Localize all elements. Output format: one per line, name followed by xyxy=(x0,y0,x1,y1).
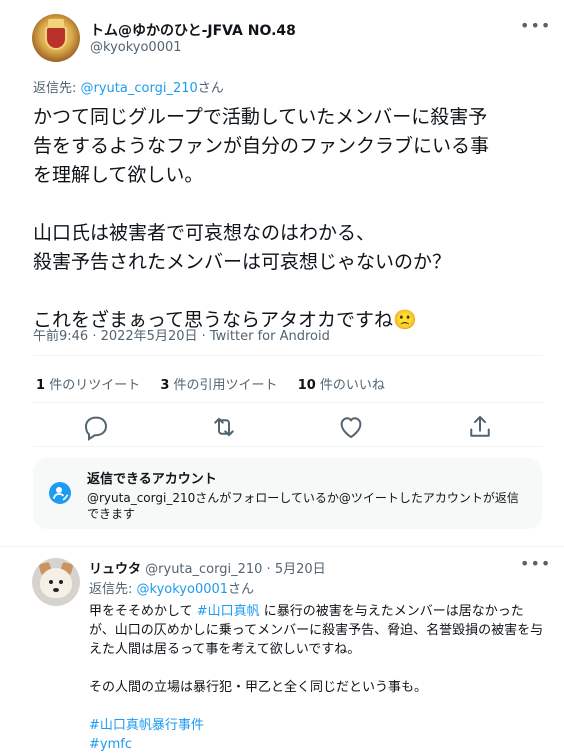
reply-paragraph: 甲をそそめかして #山口真帆 に暴行の被害を与えたメンバーは居なかったが、山口の… xyxy=(89,604,544,657)
hashtag-link[interactable]: #山口真帆暴行事件 xyxy=(89,716,544,735)
tweet-timestamp[interactable]: 午前9:46 · 2022年5月20日 · Twitter for Androi… xyxy=(33,325,330,344)
hashtag-link[interactable]: #ymfc xyxy=(89,735,544,753)
mention-restriction-icon xyxy=(49,482,71,504)
stat-retweets[interactable]: 1 件のリツイート xyxy=(36,378,140,393)
stat-likes[interactable]: 10 件のいいね xyxy=(298,378,385,393)
avatar-dog-eye xyxy=(59,580,63,584)
avatar-dog-face xyxy=(40,568,72,598)
hashtag-link[interactable]: #山口真帆 xyxy=(197,604,260,619)
divider xyxy=(0,546,564,547)
reply-icon[interactable] xyxy=(81,412,111,442)
replying-to-suffix: さん xyxy=(228,582,255,597)
reply-text: 甲をそそめかして #山口真帆 に暴行の被害を与えたメンバーは居なかったが、山口の… xyxy=(89,602,544,753)
avatar-crest-shape xyxy=(45,26,67,50)
reply-author-name[interactable]: リュウタ xyxy=(89,562,141,577)
retweet-icon[interactable] xyxy=(209,412,239,442)
engagement-stats: 1 件のリツイート 3 件の引用ツイート 10 件のいいね xyxy=(36,374,401,393)
replying-to-handle[interactable]: @ryuta_corgi_210 xyxy=(81,81,198,96)
share-icon[interactable] xyxy=(465,412,495,442)
reply-date[interactable]: 5月20日 xyxy=(275,562,326,577)
author-name[interactable]: トム@ゆかのひと-JFVA NO.48 xyxy=(90,20,296,40)
replying-to-suffix: さん xyxy=(197,81,224,96)
reply-restriction-card: 返信できるアカウント @ryuta_corgi_210さんがフォローしているか@… xyxy=(33,458,542,529)
replying-to: 返信先: @ryuta_corgi_210さん xyxy=(33,77,224,96)
more-options-icon[interactable]: ••• xyxy=(520,554,551,573)
avatar-dog-nose xyxy=(53,588,59,592)
replying-to-handle[interactable]: @kyokyo0001 xyxy=(137,582,229,597)
avatar-dog-eye xyxy=(49,580,53,584)
replying-to-label: 返信先: xyxy=(33,81,81,96)
replying-to-label: 返信先: xyxy=(89,582,137,597)
reply-author-avatar[interactable] xyxy=(32,558,80,606)
divider xyxy=(33,446,543,447)
divider xyxy=(33,402,543,403)
divider xyxy=(33,355,543,356)
tweet-text: かつて同じグループで活動していたメンバーに殺害予 告をするようなファンが自分のフ… xyxy=(33,106,490,331)
author-avatar[interactable] xyxy=(32,14,80,62)
reply-paragraph: その人間の立場は暴行犯・甲乙と全く同じだという事も。 xyxy=(89,680,428,695)
reply-author-handle[interactable]: @ryuta_corgi_210 xyxy=(145,562,262,577)
action-bar xyxy=(33,412,543,442)
reply-card-description: @ryuta_corgi_210さんがフォローしているか@ツイートしたアカウント… xyxy=(87,491,519,521)
more-options-icon[interactable]: ••• xyxy=(520,16,551,35)
reply-card-title: 返信できるアカウント xyxy=(87,472,217,487)
stat-quote-tweets[interactable]: 3 件の引用ツイート xyxy=(160,378,277,393)
author-handle[interactable]: @kyokyo0001 xyxy=(90,40,182,55)
replying-to: 返信先: @kyokyo0001さん xyxy=(89,578,254,597)
like-icon[interactable] xyxy=(336,412,366,442)
separator: · xyxy=(262,562,275,577)
reply-header: リュウタ @ryuta_corgi_210 · 5月20日 xyxy=(89,558,326,577)
